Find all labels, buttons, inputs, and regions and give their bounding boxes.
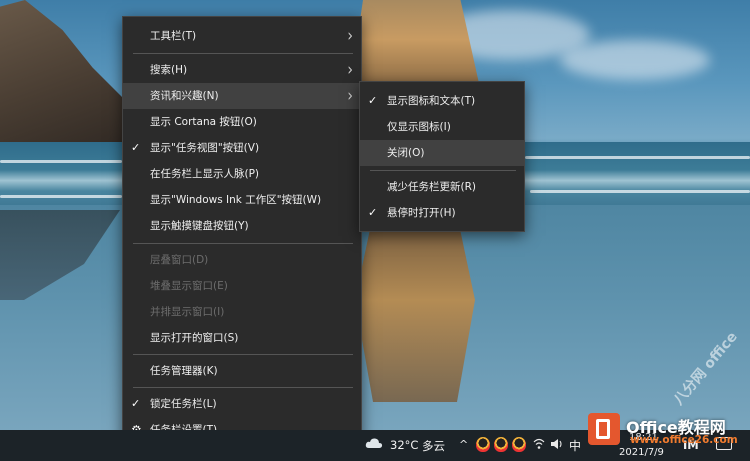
- office-logo-icon: [588, 413, 620, 445]
- menu-item-label: 显示 Cortana 按钮(O): [150, 116, 257, 128]
- menu-item-show-people[interactable]: 在任务栏上显示人脉(P): [123, 161, 361, 187]
- news-and-interests-submenu: ✓ 显示图标和文本(T) 仅显示图标(I) 关闭(O) 减少任务栏更新(R) ✓…: [359, 81, 525, 232]
- menu-item-lock-taskbar[interactable]: ✓ 锁定任务栏(L): [123, 391, 361, 417]
- menu-item-label: 任务管理器(K): [150, 365, 218, 377]
- separator: [133, 354, 353, 355]
- submenu-item-icon-and-text[interactable]: ✓ 显示图标和文本(T): [360, 88, 524, 114]
- qq-icon[interactable]: [512, 437, 526, 452]
- chevron-right-icon: ›: [347, 26, 353, 46]
- menu-item-label: 显示"任务视图"按钮(V): [150, 142, 260, 154]
- submenu-item-icon-only[interactable]: 仅显示图标(I): [360, 114, 524, 140]
- wifi-icon[interactable]: [533, 438, 545, 450]
- office-logo-mark: [596, 419, 610, 439]
- menu-item-label: 层叠窗口(D): [150, 254, 209, 266]
- taskbar-context-menu: 工具栏(T) › 搜索(H) › 资讯和兴趣(N) › 显示 Cortana 按…: [122, 16, 362, 450]
- watermark-url: www.office26.com: [630, 434, 738, 446]
- rock-center: [350, 0, 480, 88]
- menu-item-label: 仅显示图标(I): [387, 121, 451, 133]
- chevron-right-icon: ›: [347, 86, 353, 106]
- wave-foam: [525, 156, 750, 159]
- menu-item-stack-windows: 堆叠显示窗口(E): [123, 273, 361, 299]
- weather-condition[interactable]: 多云: [422, 438, 445, 454]
- menu-item-search[interactable]: 搜索(H) ›: [123, 57, 361, 83]
- submenu-item-open-on-hover[interactable]: ✓ 悬停时打开(H): [360, 200, 524, 226]
- menu-item-show-touch-keyboard[interactable]: 显示触摸键盘按钮(Y): [123, 213, 361, 239]
- separator: [133, 53, 353, 54]
- menu-item-show-windows-ink[interactable]: 显示"Windows Ink 工作区"按钮(W): [123, 187, 361, 213]
- menu-item-label: 并排显示窗口(I): [150, 306, 225, 318]
- menu-item-show-cortana[interactable]: 显示 Cortana 按钮(O): [123, 109, 361, 135]
- menu-item-news-and-interests[interactable]: 资讯和兴趣(N) ›: [123, 83, 361, 109]
- submenu-item-turn-off[interactable]: 关闭(O): [360, 140, 524, 166]
- menu-item-label: 堆叠显示窗口(E): [150, 280, 228, 292]
- separator: [133, 387, 353, 388]
- checkmark-icon: ✓: [131, 397, 141, 410]
- checkmark-icon: ✓: [368, 206, 378, 219]
- menu-item-label: 减少任务栏更新(R): [387, 181, 476, 193]
- cloud: [560, 40, 710, 80]
- menu-item-label: 显示触摸键盘按钮(Y): [150, 220, 249, 232]
- menu-item-label: 锁定任务栏(L): [150, 398, 217, 410]
- separator: [370, 170, 516, 171]
- qq-icon[interactable]: [494, 437, 508, 452]
- menu-item-label: 显示打开的窗口(S): [150, 332, 239, 344]
- separator: [133, 243, 353, 244]
- volume-icon[interactable]: [550, 438, 564, 450]
- menu-item-label: 悬停时打开(H): [387, 207, 456, 219]
- checkmark-icon: ✓: [368, 94, 378, 107]
- cloud-icon[interactable]: [365, 437, 383, 449]
- rock-left: [0, 0, 130, 150]
- menu-item-toolbars[interactable]: 工具栏(T) ›: [123, 23, 361, 49]
- menu-item-label: 关闭(O): [387, 147, 425, 159]
- clock-date[interactable]: 2021/7/9: [619, 447, 664, 458]
- weather-temperature[interactable]: 32°C: [390, 438, 418, 452]
- menu-item-label: 搜索(H): [150, 64, 188, 76]
- menu-item-show-open-windows[interactable]: 显示打开的窗口(S): [123, 325, 361, 351]
- menu-item-side-by-side: 并排显示窗口(I): [123, 299, 361, 325]
- wave-foam: [0, 195, 122, 198]
- menu-item-task-manager[interactable]: 任务管理器(K): [123, 358, 361, 384]
- qq-icon[interactable]: [476, 437, 490, 452]
- chevron-up-icon[interactable]: ^: [459, 438, 468, 452]
- menu-item-label: 在任务栏上显示人脉(P): [150, 168, 260, 180]
- menu-item-label: 工具栏(T): [150, 30, 197, 42]
- menu-item-show-task-view[interactable]: ✓ 显示"任务视图"按钮(V): [123, 135, 361, 161]
- menu-item-cascade-windows: 层叠窗口(D): [123, 247, 361, 273]
- menu-item-label: 资讯和兴趣(N): [150, 90, 219, 102]
- wave-foam: [530, 190, 750, 193]
- submenu-item-reduce-updates[interactable]: 减少任务栏更新(R): [360, 174, 524, 200]
- menu-item-label: 显示图标和文本(T): [387, 95, 476, 107]
- checkmark-icon: ✓: [131, 141, 141, 154]
- menu-item-label: 显示"Windows Ink 工作区"按钮(W): [150, 194, 322, 206]
- ime-language[interactable]: 中: [569, 437, 581, 454]
- rock-reflection: [355, 232, 475, 402]
- wave-foam: [0, 160, 122, 163]
